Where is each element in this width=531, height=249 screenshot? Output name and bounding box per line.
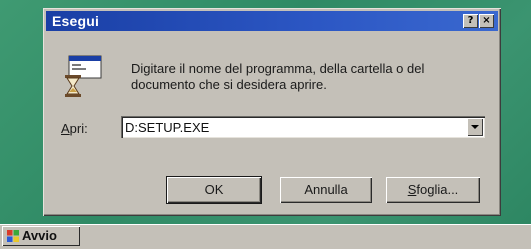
- start-button[interactable]: Avvio: [2, 226, 80, 246]
- instruction-text: Digitare il nome del programma, della ca…: [131, 61, 425, 92]
- open-label-text: pri:: [69, 121, 88, 136]
- open-label: Apri:: [61, 121, 88, 136]
- open-input[interactable]: [125, 119, 455, 135]
- taskbar: Avvio: [0, 224, 531, 249]
- start-label: Avvio: [22, 228, 57, 243]
- title-bar[interactable]: Esegui ? ×: [46, 11, 498, 31]
- dialog-title: Esegui: [52, 13, 100, 29]
- run-dialog: Esegui ? × Digitare il nome del programm…: [43, 8, 501, 216]
- open-label-accelerator: A: [61, 121, 70, 136]
- browse-button[interactable]: Sfoglia...: [386, 177, 480, 203]
- cancel-button[interactable]: Annulla: [280, 177, 372, 203]
- open-combobox[interactable]: [121, 116, 485, 138]
- windows-logo-icon: [7, 230, 19, 242]
- browse-label: foglia...: [416, 182, 459, 197]
- ok-button[interactable]: OK: [166, 176, 262, 204]
- close-button[interactable]: ×: [479, 14, 494, 28]
- run-program-icon: [65, 55, 102, 97]
- help-button[interactable]: ?: [463, 14, 478, 28]
- chevron-down-icon[interactable]: [467, 118, 483, 136]
